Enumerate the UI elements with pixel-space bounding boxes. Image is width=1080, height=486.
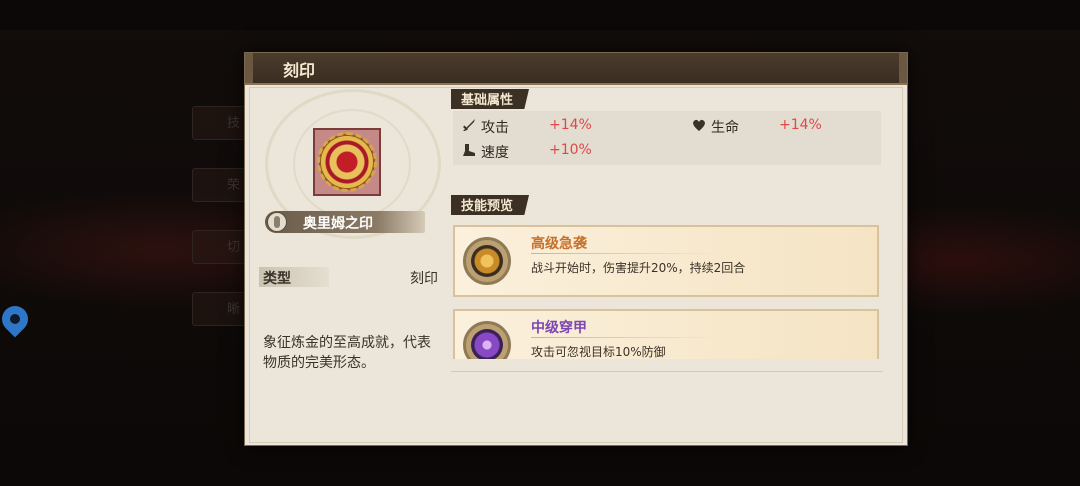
dialog-header: 刻印 [245,53,907,85]
type-label-bar: 类型 [259,267,329,287]
item-name: 奥里姆之印 [303,216,373,232]
stat-name-speed: 速度 [481,145,509,161]
skill-description: 攻击可忽视目标10%防御 [531,345,666,359]
stat-name-attack: 攻击 [481,120,509,136]
dagger-icon [471,245,503,277]
type-label: 类型 [263,271,291,287]
skill-list-bottom-divider [451,371,883,372]
item-rank-icon [267,212,287,232]
engraving-dialog: 刻印 奥里姆之印 类型 刻印 象征炼金的至高成就，代表物质的完美形态。 基础属性… [244,52,908,446]
boot-icon [463,144,475,156]
skill-icon-frame [463,237,511,285]
skill-name: 高级急袭 [531,236,587,252]
skill-name: 中级穿甲 [531,320,587,336]
skill-icon-frame [463,321,511,359]
attributes-panel: 攻击 +14% 生命 +14% 速度 +10% [453,111,881,165]
background-top-bar [0,0,1080,30]
stat-name-health: 生命 [711,120,739,136]
heart-icon [693,119,705,131]
skill-description: 战斗开始时，伤害提升20%，持续2回合 [531,261,746,275]
skill-card[interactable]: 中级穿甲 攻击可忽视目标10%防御 [453,309,879,359]
type-value: 刻印 [410,271,438,287]
skill-preview-header: 技能预览 [451,195,530,215]
background-side-tab: 切 [192,230,250,264]
background-side-tab: 荣 [192,168,250,202]
base-attributes-header: 基础属性 [451,89,530,109]
item-description: 象征炼金的至高成就，代表物质的完美形态。 [263,335,431,371]
header-ornament [245,53,253,83]
stat-value-speed: +10% [549,142,592,158]
background-side-tab: 晰 [192,292,250,326]
skill-divider [531,253,721,254]
item-name-plate: 奥里姆之印 [265,211,425,233]
skill-card[interactable]: 高级急袭 战斗开始时，伤害提升20%，持续2回合 [453,225,879,297]
dialog-title: 刻印 [283,61,316,80]
stat-value-health: +14% [779,117,822,133]
header-ornament [899,53,907,83]
item-icon-frame [313,128,381,196]
pierce-icon [471,329,503,359]
seal-emblem-icon [317,132,377,192]
background-side-tab: 技 [192,106,250,140]
skill-list[interactable]: 高级急袭 战斗开始时，伤害提升20%，持续2回合 中级穿甲 攻击可忽视目标10%… [451,223,883,359]
sword-icon [463,119,475,131]
stat-value-attack: +14% [549,117,592,133]
skill-divider [531,337,721,338]
